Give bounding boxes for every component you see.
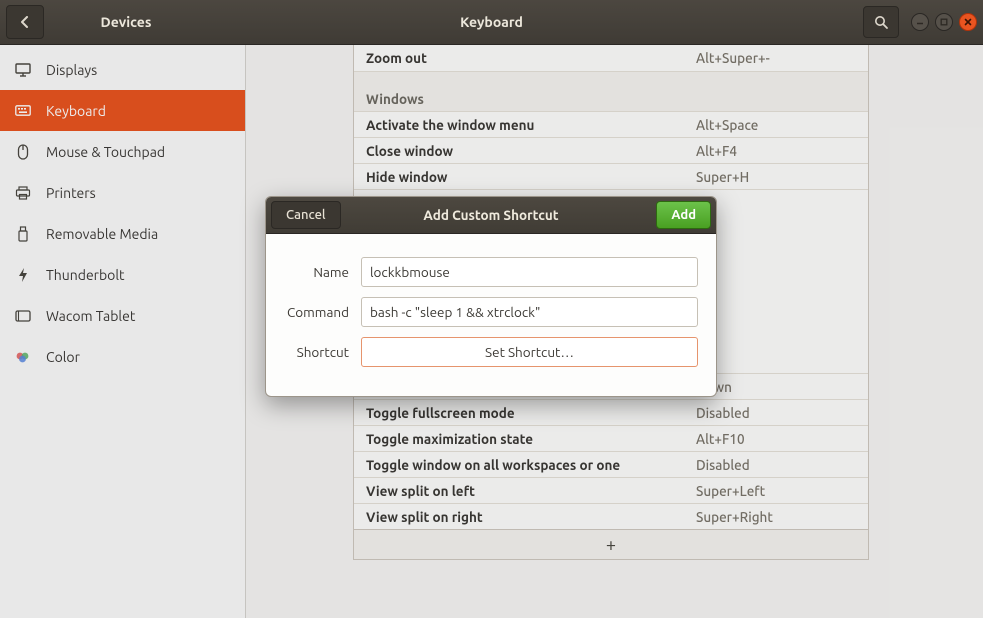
search-button[interactable] [863,6,899,38]
form-row-name: Name [276,252,698,292]
shortcut-label: Shortcut [276,344,361,360]
add-button[interactable]: Add [656,201,711,229]
close-button[interactable] [959,13,977,31]
add-custom-shortcut-dialog: Cancel Add Custom Shortcut Add Name Comm… [265,196,717,397]
dialog-header: Cancel Add Custom Shortcut Add [266,197,716,234]
form-row-command: Command [276,292,698,332]
window-controls [911,13,977,31]
titlebar-left: Devices [0,0,246,44]
maximize-icon [940,18,948,26]
titlebar: Devices Keyboard [0,0,983,45]
settings-window: Devices Keyboard [0,0,983,618]
name-label: Name [276,264,361,280]
command-label: Command [276,304,361,320]
titlebar-right [863,0,977,44]
name-input[interactable] [361,257,698,287]
section-title: Devices [44,14,246,30]
set-shortcut-button[interactable]: Set Shortcut… [361,337,698,367]
dialog-body: Name Command Shortcut Set Shortcut… [266,234,716,396]
maximize-button[interactable] [935,13,953,31]
search-icon [874,15,889,30]
chevron-left-icon [20,16,30,28]
back-button[interactable] [6,5,44,39]
command-input[interactable] [361,297,698,327]
minimize-button[interactable] [911,13,929,31]
close-icon [964,18,972,26]
cancel-button[interactable]: Cancel [271,201,341,229]
form-row-shortcut: Shortcut Set Shortcut… [276,332,698,372]
minimize-icon [916,18,924,26]
